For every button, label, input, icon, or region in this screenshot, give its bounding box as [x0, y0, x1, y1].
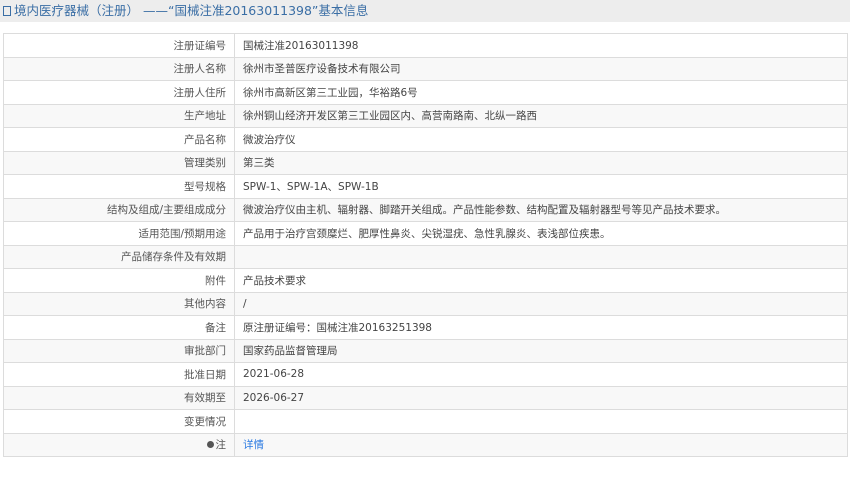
table-row: 管理类别 第三类 — [3, 150, 848, 175]
pin-icon — [206, 441, 214, 449]
field-value: 产品技术要求 — [234, 268, 848, 293]
table-row: 产品储存条件及有效期 — [3, 244, 848, 269]
table-row: 注册证编号 国械注准20163011398 — [3, 33, 848, 58]
field-label: 附件 — [3, 268, 235, 293]
table-row: 有效期至 2026-06-27 — [3, 385, 848, 410]
table-row: 生产地址 徐州铜山经济开发区第三工业园区内、高营南路南、北纵一路西 — [3, 103, 848, 128]
field-label: 产品名称 — [3, 127, 235, 152]
field-value: 徐州铜山经济开发区第三工业园区内、高营南路南、北纵一路西 — [234, 103, 848, 128]
table-row: 变更情况 — [3, 409, 848, 434]
table-row: 其他内容 / — [3, 291, 848, 316]
field-value: 微波治疗仪由主机、辐射器、脚踏开关组成。产品性能参数、结构配置及辐射器型号等见产… — [234, 197, 848, 222]
table-row: 适用范围/预期用途 产品用于治疗宫颈糜烂、肥厚性鼻炎、尖锐湿疣、急性乳腺炎、表浅部… — [3, 221, 848, 246]
field-value: / — [234, 291, 848, 316]
page-header: 境内医疗器械（注册） ——“国械注准20163011398”基本信息 — [0, 0, 850, 22]
field-label: 批准日期 — [3, 362, 235, 387]
field-label: 管理类别 — [3, 150, 235, 175]
field-value — [234, 244, 848, 269]
field-label: 注册人住所 — [3, 80, 235, 105]
field-label: 审批部门 — [3, 338, 235, 363]
field-label: 有效期至 — [3, 385, 235, 410]
note-label: 注 — [215, 439, 227, 452]
field-value: 第三类 — [234, 150, 848, 175]
table-row: 附件 产品技术要求 — [3, 268, 848, 293]
field-value: 微波治疗仪 — [234, 127, 848, 152]
document-icon — [3, 6, 11, 16]
table-row: 结构及组成/主要组成成分 微波治疗仪由主机、辐射器、脚踏开关组成。产品性能参数、结… — [3, 197, 848, 222]
info-table: 注册证编号 国械注准20163011398 注册人名称 徐州市圣普医疗设备技术有限公司… — [3, 33, 848, 457]
table-row-note: 注 详情 — [3, 432, 848, 457]
table-row: 注册人名称 徐州市圣普医疗设备技术有限公司 — [3, 56, 848, 81]
field-value: 详情 — [234, 432, 848, 457]
field-label: 型号规格 — [3, 174, 235, 199]
field-value: 2026-06-27 — [234, 385, 848, 410]
field-value: 国械注准20163011398 — [234, 33, 848, 58]
table-row: 注册人住所 徐州市高新区第三工业园，华裕路6号 — [3, 80, 848, 105]
field-label: 其他内容 — [3, 291, 235, 316]
field-label: 注册人名称 — [3, 56, 235, 81]
field-label: 注册证编号 — [3, 33, 235, 58]
field-value: 2021-06-28 — [234, 362, 848, 387]
field-value: 徐州市圣普医疗设备技术有限公司 — [234, 56, 848, 81]
field-label: 注 — [3, 432, 235, 457]
field-value: SPW-1、SPW-1A、SPW-1B — [234, 174, 848, 199]
page-title: 境内医疗器械（注册） ——“国械注准20163011398”基本信息 — [14, 3, 369, 18]
field-label: 产品储存条件及有效期 — [3, 244, 235, 269]
table-row: 备注 原注册证编号：国械注准20163251398 — [3, 315, 848, 340]
field-value: 徐州市高新区第三工业园，华裕路6号 — [234, 80, 848, 105]
field-label: 结构及组成/主要组成成分 — [3, 197, 235, 222]
table-row: 型号规格 SPW-1、SPW-1A、SPW-1B — [3, 174, 848, 199]
field-label: 生产地址 — [3, 103, 235, 128]
field-value: 原注册证编号：国械注准20163251398 — [234, 315, 848, 340]
field-label: 变更情况 — [3, 409, 235, 434]
field-label: 适用范围/预期用途 — [3, 221, 235, 246]
field-label: 备注 — [3, 315, 235, 340]
table-row: 审批部门 国家药品监督管理局 — [3, 338, 848, 363]
field-value — [234, 409, 848, 434]
field-value: 国家药品监督管理局 — [234, 338, 848, 363]
table-row: 批准日期 2021-06-28 — [3, 362, 848, 387]
table-row: 产品名称 微波治疗仪 — [3, 127, 848, 152]
details-link[interactable]: 详情 — [243, 439, 264, 451]
field-value: 产品用于治疗宫颈糜烂、肥厚性鼻炎、尖锐湿疣、急性乳腺炎、表浅部位疾患。 — [234, 221, 848, 246]
